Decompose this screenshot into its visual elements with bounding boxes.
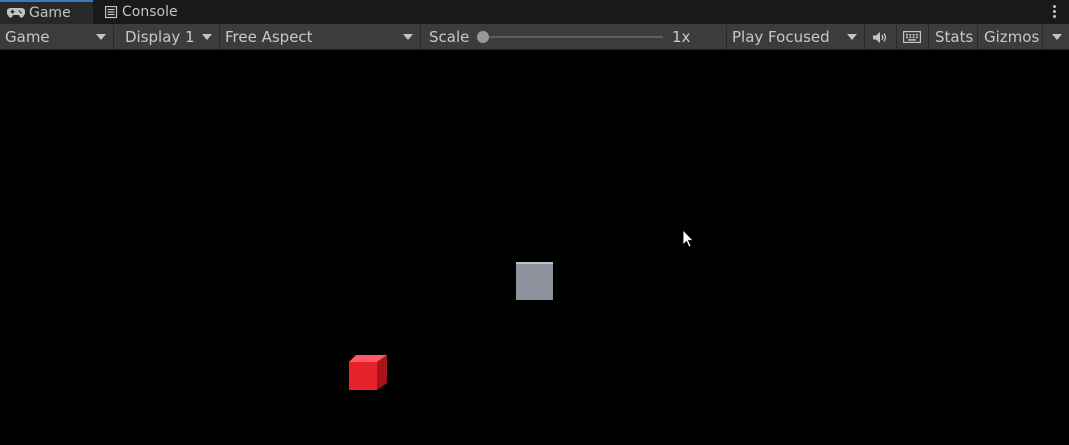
gizmos-button[interactable]: Gizmos bbox=[978, 25, 1043, 49]
more-options-icon[interactable] bbox=[1053, 4, 1057, 20]
gizmos-dropdown[interactable] bbox=[1043, 25, 1069, 49]
chevron-down-icon bbox=[96, 34, 106, 40]
console-list-icon bbox=[105, 5, 118, 19]
tab-game-label: Game bbox=[29, 5, 71, 21]
display-dropdown-label: Display 1 bbox=[125, 28, 195, 46]
game-viewport[interactable] bbox=[0, 50, 1069, 445]
tab-console[interactable]: Console bbox=[98, 0, 198, 24]
keyboard-icon bbox=[903, 31, 921, 43]
mute-audio-button[interactable] bbox=[865, 25, 897, 49]
gamepad-icon bbox=[7, 7, 25, 19]
chevron-down-icon bbox=[403, 34, 413, 40]
chevron-down-icon bbox=[847, 34, 857, 40]
play-mode-dropdown-label: Play Focused bbox=[732, 28, 830, 46]
mouse-pointer-icon bbox=[682, 229, 694, 248]
game-view-dropdown-label: Game bbox=[5, 28, 50, 46]
chevron-down-icon bbox=[202, 34, 212, 40]
scale-label: Scale bbox=[429, 28, 470, 46]
aspect-dropdown[interactable]: Free Aspect bbox=[220, 25, 421, 49]
tab-console-label: Console bbox=[122, 4, 178, 20]
play-mode-dropdown[interactable]: Play Focused bbox=[727, 25, 865, 49]
red-cube bbox=[349, 355, 387, 390]
aspect-dropdown-label: Free Aspect bbox=[225, 28, 313, 46]
stats-button[interactable]: Stats bbox=[929, 25, 978, 49]
window-tab-bar: Game Console bbox=[0, 0, 1069, 24]
grey-cube bbox=[516, 262, 553, 300]
scale-value: 1x bbox=[672, 28, 691, 46]
display-dropdown[interactable]: Display 1 bbox=[114, 25, 220, 49]
game-view-dropdown[interactable]: Game bbox=[0, 25, 114, 49]
gizmos-button-label: Gizmos bbox=[984, 28, 1040, 46]
speaker-icon bbox=[872, 31, 888, 44]
game-view-toolbar: Game Display 1 Free Aspect Scale 1x Play… bbox=[0, 24, 1069, 50]
scale-slider-track[interactable] bbox=[482, 36, 663, 38]
keyboard-shortcuts-button[interactable] bbox=[897, 25, 929, 49]
tab-game[interactable]: Game bbox=[0, 0, 93, 24]
scale-slider-handle[interactable] bbox=[477, 31, 489, 43]
stats-button-label: Stats bbox=[935, 28, 974, 46]
chevron-down-icon bbox=[1052, 34, 1062, 40]
